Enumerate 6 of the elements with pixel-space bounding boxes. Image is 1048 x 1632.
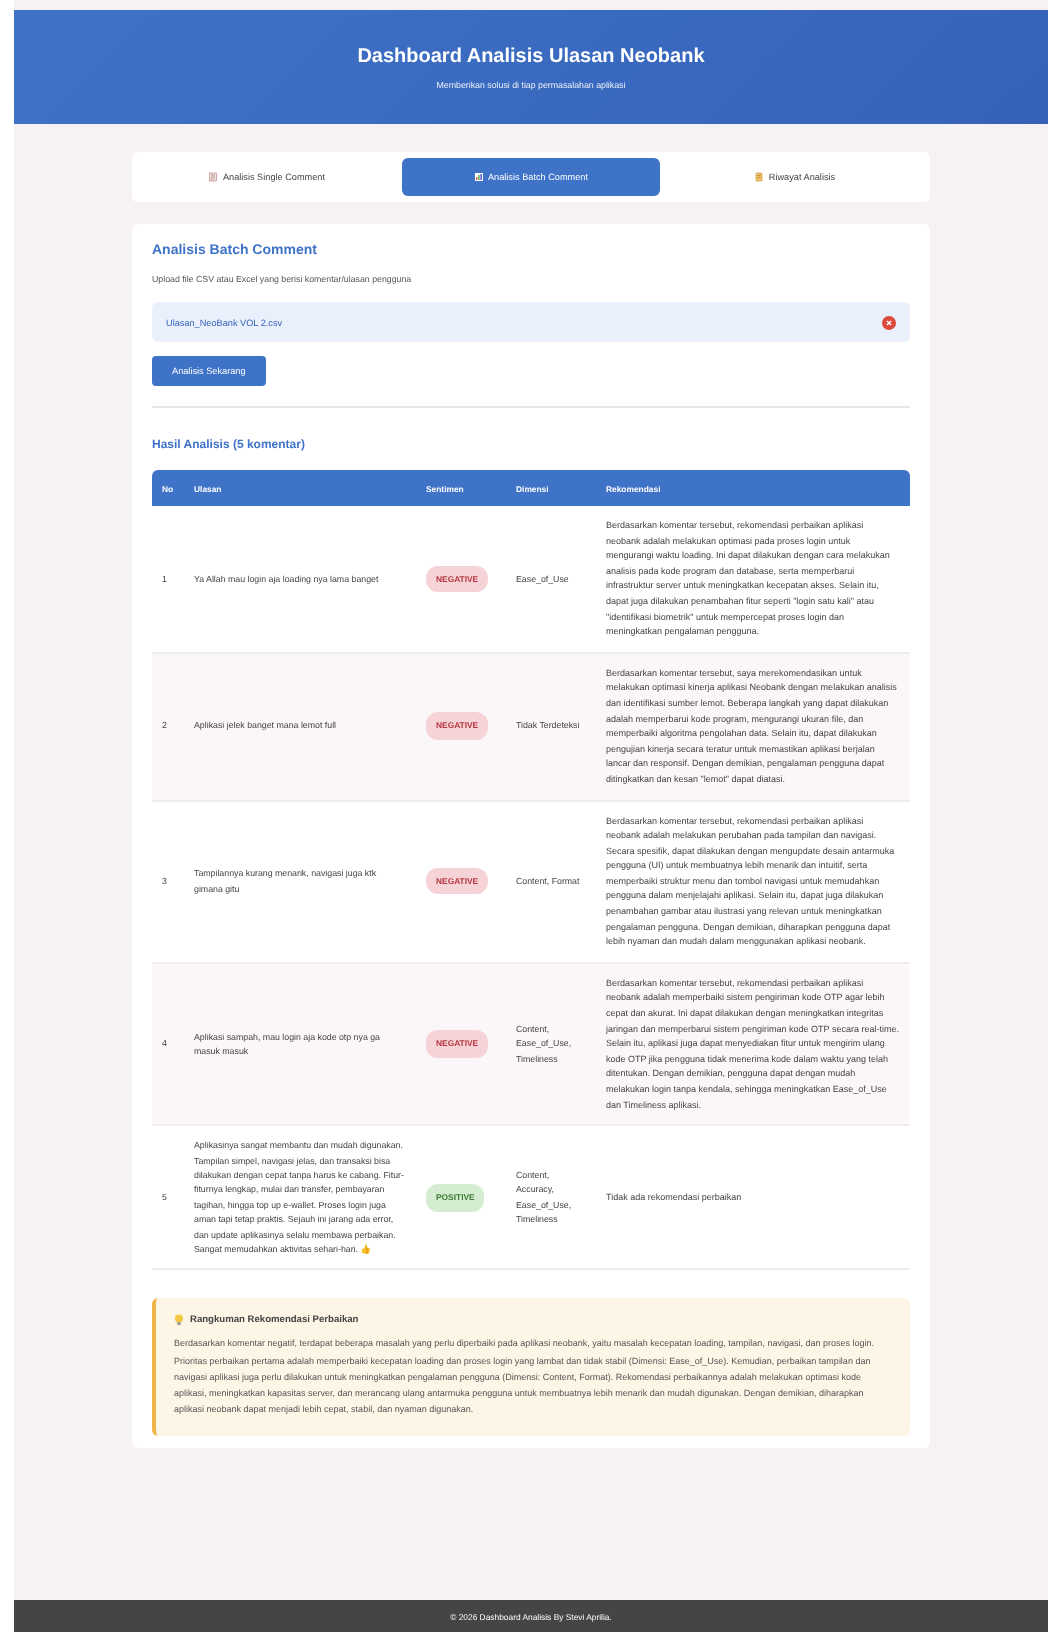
page-title: Dashboard Analisis Ulasan Neobank (357, 45, 705, 67)
bar-chart-icon (473, 172, 484, 182)
scroll-icon (754, 172, 765, 182)
lightbulb-icon (174, 1314, 184, 1327)
memo-icon (208, 172, 219, 182)
remove-file-icon[interactable] (882, 315, 896, 329)
